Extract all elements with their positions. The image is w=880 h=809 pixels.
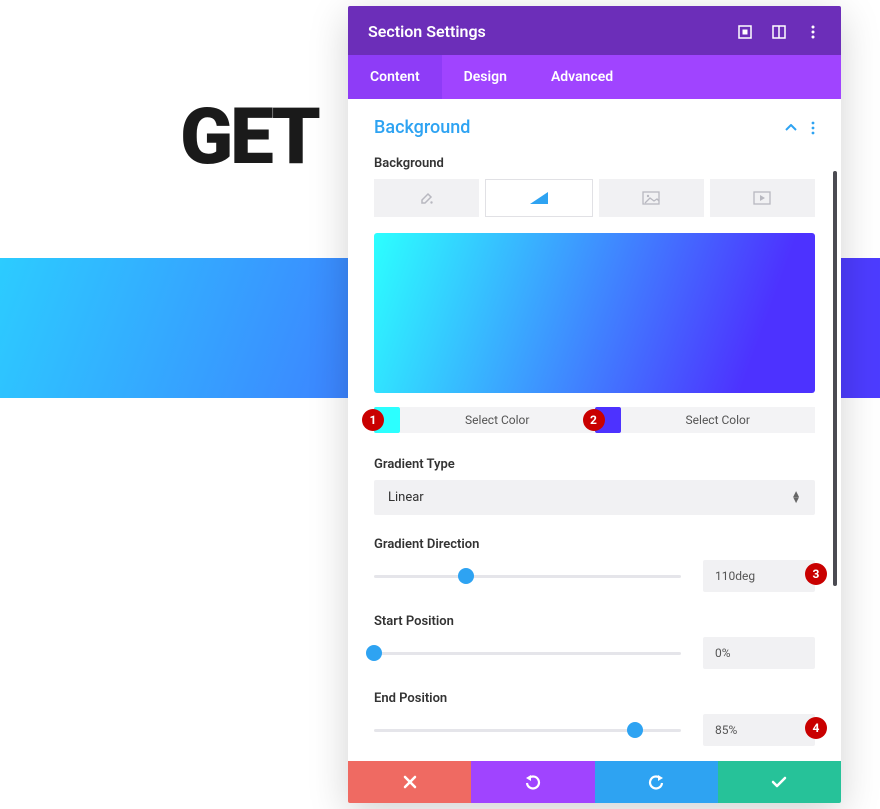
gradient-direction-field: Gradient Direction 110deg 3 xyxy=(374,537,815,592)
tab-advanced[interactable]: Advanced xyxy=(529,55,635,99)
gradient-direction-label: Gradient Direction xyxy=(374,537,815,552)
modal-title: Section Settings xyxy=(368,22,727,41)
bgtype-video[interactable] xyxy=(710,179,815,217)
modal-body: Background Background xyxy=(348,99,841,761)
bgtype-color[interactable] xyxy=(374,179,479,217)
updown-caret-icon: ▲▼ xyxy=(791,492,801,504)
start-select-color-button[interactable]: Select Color xyxy=(400,407,595,433)
gradient-type-label: Gradient Type xyxy=(374,457,815,472)
redo-button[interactable] xyxy=(595,761,718,803)
end-select-color-button[interactable]: Select Color xyxy=(621,407,816,433)
swatch-start-cell: 1 Select Color xyxy=(374,407,595,433)
gradient-preview xyxy=(374,233,815,393)
section-settings-modal: Section Settings Content Design Advanced… xyxy=(348,6,841,803)
start-position-field: Start Position 0% xyxy=(374,614,815,669)
panel-more-icon[interactable] xyxy=(811,121,815,135)
modal-tabs: Content Design Advanced xyxy=(348,55,841,99)
bgtype-image[interactable] xyxy=(599,179,704,217)
gradient-type-select[interactable]: Linear ▲▼ xyxy=(374,480,815,515)
background-panel: Background Background xyxy=(348,99,841,761)
panel-header: Background xyxy=(374,117,815,138)
color-swatches: 1 Select Color 2 Select Color xyxy=(374,407,815,433)
direction-slider[interactable] xyxy=(374,566,681,586)
callout-2: 2 xyxy=(583,409,605,431)
end-position-label: End Position xyxy=(374,691,815,706)
undo-icon xyxy=(525,774,541,790)
modal-footer xyxy=(348,761,841,803)
start-position-label: Start Position xyxy=(374,614,815,629)
start-value-input[interactable]: 0% xyxy=(703,637,815,669)
end-value-input[interactable]: 85% 4 xyxy=(703,714,815,746)
chevron-up-icon[interactable] xyxy=(785,124,797,132)
callout-3: 3 xyxy=(805,563,827,585)
expand-icon[interactable] xyxy=(737,24,753,40)
callout-4: 4 xyxy=(805,717,827,739)
undo-button[interactable] xyxy=(471,761,594,803)
save-button[interactable] xyxy=(718,761,841,803)
bgtype-gradient[interactable] xyxy=(485,179,592,217)
scrollbar[interactable] xyxy=(833,171,837,586)
cancel-button[interactable] xyxy=(348,761,471,803)
tab-content[interactable]: Content xyxy=(348,55,442,99)
modal-header: Section Settings xyxy=(348,6,841,55)
panel-title[interactable]: Background xyxy=(374,117,470,138)
close-icon xyxy=(403,775,417,789)
tab-design[interactable]: Design xyxy=(442,55,529,99)
direction-value-input[interactable]: 110deg 3 xyxy=(703,560,815,592)
redo-icon xyxy=(648,774,664,790)
split-view-icon[interactable] xyxy=(771,24,787,40)
page-heading: GET xyxy=(180,92,318,183)
swatch-end-cell: 2 Select Color xyxy=(595,407,816,433)
callout-1: 1 xyxy=(362,409,384,431)
end-position-field: End Position 85% 4 xyxy=(374,691,815,746)
background-label: Background xyxy=(374,156,815,171)
header-actions xyxy=(737,24,821,40)
gradient-type-value: Linear xyxy=(388,490,424,505)
start-slider[interactable] xyxy=(374,643,681,663)
end-slider[interactable] xyxy=(374,720,681,740)
background-type-tabs xyxy=(374,179,815,217)
check-icon xyxy=(771,776,787,788)
gradient-type-field: Gradient Type Linear ▲▼ xyxy=(374,457,815,515)
more-icon[interactable] xyxy=(805,24,821,40)
